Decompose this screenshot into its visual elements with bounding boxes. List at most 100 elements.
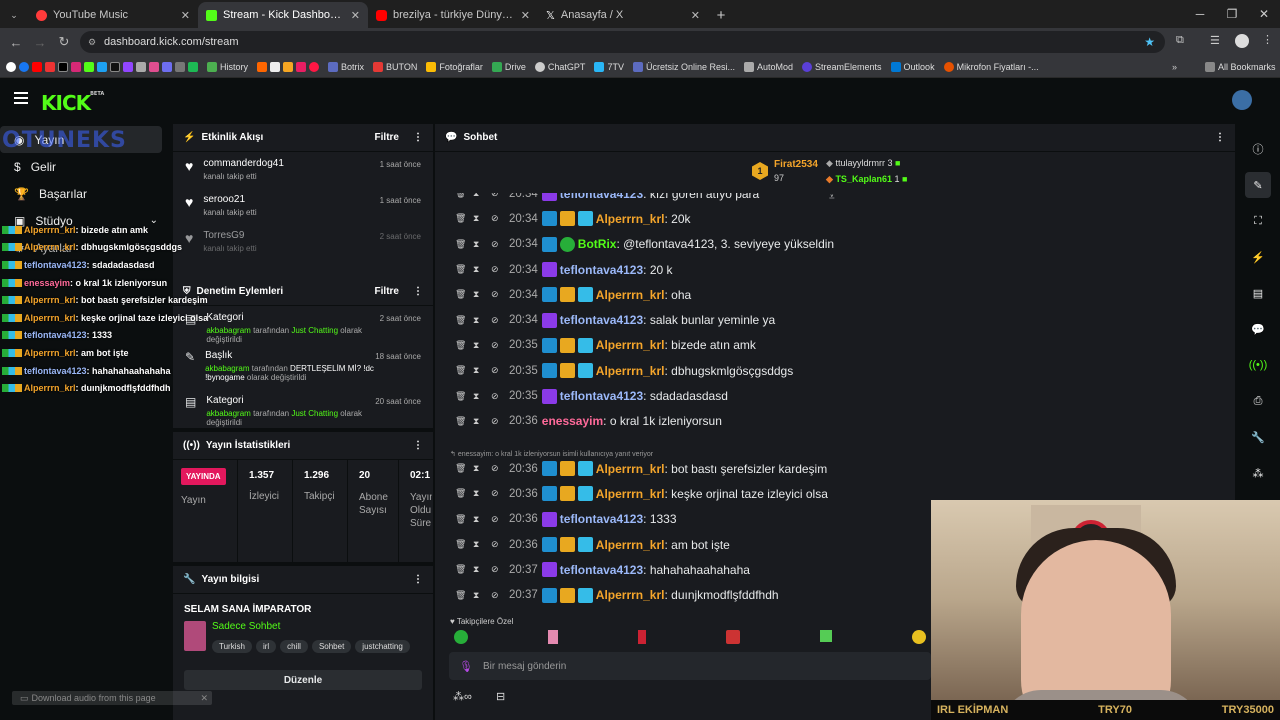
tab-kick-dashboard[interactable]: Stream - Kick Dashboard ✕ — [198, 2, 368, 28]
extensions-icon[interactable]: ⧉ — [1176, 34, 1184, 47]
reload-icon[interactable]: ↻ — [52, 34, 76, 50]
timeout-icon[interactable]: ⧗ — [473, 514, 485, 525]
timeout-icon[interactable]: ⧗ — [473, 289, 485, 300]
delete-message-icon[interactable]: 🗑 — [455, 514, 467, 525]
minimize-icon[interactable]: ─ — [1184, 0, 1216, 28]
bolt-icon[interactable]: ⚡ — [1245, 244, 1271, 270]
category-name[interactable]: Sadece Sohbet — [212, 621, 414, 632]
menu-dots-icon[interactable]: ⋮ — [1262, 33, 1273, 46]
delete-message-icon[interactable]: 🗑 — [455, 590, 467, 601]
more-bookmarks-icon[interactable]: » — [1172, 62, 1177, 72]
delete-message-icon[interactable]: 🗑 — [455, 315, 467, 326]
bookmark-resim[interactable]: Ücretsiz Online Resi... — [632, 61, 735, 72]
emote-icon[interactable] — [548, 630, 558, 644]
message-username[interactable]: teflontava4123 — [560, 263, 643, 277]
ban-icon[interactable]: ⊘ — [491, 213, 503, 224]
message-username[interactable]: Alperrrn_krl — [596, 462, 665, 476]
bookmark-outlook[interactable]: Outlook — [890, 61, 935, 72]
message-username[interactable]: Alperrrn_krl — [596, 588, 665, 602]
emote-icon[interactable] — [454, 630, 468, 644]
timeout-icon[interactable]: ⧗ — [473, 463, 485, 474]
ban-icon[interactable]: ⊘ — [491, 340, 503, 351]
edit-icon[interactable]: ✎ — [1245, 172, 1271, 198]
delete-message-icon[interactable]: 🗑 — [455, 365, 467, 376]
record-icon[interactable] — [309, 61, 320, 72]
gmail-icon[interactable] — [136, 61, 146, 72]
instagram-icon[interactable] — [71, 61, 81, 72]
emote-icon[interactable] — [726, 630, 740, 644]
timeout-icon[interactable]: ⧗ — [473, 391, 485, 402]
delete-message-icon[interactable]: 🗑 — [455, 264, 467, 275]
timeout-icon[interactable]: ⧗ — [473, 315, 485, 326]
timeout-icon[interactable]: ⧗ — [473, 193, 485, 199]
edit-button[interactable]: Düzenle — [184, 670, 422, 690]
twitch-icon[interactable] — [123, 61, 133, 72]
close-icon[interactable]: ✕ — [351, 9, 360, 22]
ban-icon[interactable]: ⊘ — [491, 488, 503, 499]
ban-icon[interactable]: ⊘ — [491, 514, 503, 525]
tab-search-icon[interactable]: ⌄ — [0, 2, 28, 28]
broadcast-icon[interactable]: ((•)) — [1245, 352, 1271, 378]
close-window-icon[interactable]: ✕ — [1248, 0, 1280, 28]
message-username[interactable]: Alperrrn_krl — [596, 288, 665, 302]
download-audio-bar[interactable]: ▭ Download audio from this page ✕ — [12, 691, 212, 705]
timeout-icon[interactable]: ⧗ — [473, 539, 485, 550]
close-icon[interactable]: ✕ — [181, 9, 190, 22]
maximize-icon[interactable]: ❐ — [1216, 0, 1248, 28]
info-icon[interactable]: ⓘ — [1245, 136, 1271, 162]
timeout-icon[interactable]: ⧗ — [473, 365, 485, 376]
store-icon[interactable]: ⊟ — [496, 690, 505, 703]
message-username[interactable]: teflontava4123 — [560, 193, 643, 201]
k-icon[interactable] — [257, 61, 268, 72]
github-icon[interactable] — [175, 61, 185, 72]
delete-message-icon[interactable]: 🗑 — [455, 340, 467, 351]
ban-icon[interactable]: ⊘ — [491, 289, 503, 300]
ban-icon[interactable]: ⊘ — [491, 315, 503, 326]
bookmark-buton[interactable]: BUTON — [373, 61, 417, 72]
site-info-icon[interactable]: ⚙ — [88, 37, 96, 48]
message-username[interactable]: enessayim — [542, 414, 603, 428]
emote-icon[interactable] — [912, 630, 926, 644]
activity-user[interactable]: commanderdog41 — [203, 158, 284, 169]
hamburger-menu-icon[interactable] — [14, 92, 28, 104]
message-username[interactable]: teflontava4123 — [560, 563, 643, 577]
gifter-2[interactable]: ◆ ttulayyldrmrr 3 ■ — [826, 158, 900, 169]
more-options-icon[interactable]: ⋮ — [413, 574, 423, 585]
kick-logo[interactable]: KICKBETA — [41, 91, 104, 115]
chat-icon[interactable]: 💬 — [1245, 316, 1271, 342]
delete-message-icon[interactable]: 🗑 — [455, 416, 467, 427]
youtube-icon[interactable] — [32, 61, 42, 72]
app-icon[interactable] — [296, 61, 307, 72]
discord-icon[interactable] — [162, 61, 172, 72]
message-username[interactable]: Alperrrn_krl — [596, 487, 665, 501]
timeout-icon[interactable]: ⧗ — [473, 213, 485, 224]
tab-brezilya[interactable]: brezilya - türkiye Dünya kupası ✕ — [368, 2, 538, 28]
bookmark-7tv[interactable]: 7TV — [594, 61, 624, 72]
message-username[interactable]: Alperrrn_krl — [596, 364, 665, 378]
timeout-icon[interactable]: ⧗ — [473, 340, 485, 351]
microphone-icon[interactable]: 🎙 — [459, 660, 473, 673]
more-options-icon[interactable]: ⋮ — [413, 286, 423, 297]
timeout-icon[interactable]: ⧗ — [473, 564, 485, 575]
bookmark-drive[interactable]: Drive — [491, 61, 526, 72]
delete-message-icon[interactable]: 🗑 — [455, 213, 467, 224]
reading-list-icon[interactable]: ☰ — [1210, 34, 1220, 47]
sidebar-item-basarilar[interactable]: 🏆 Başarılar — [0, 180, 170, 207]
fullscreen-icon[interactable]: ⛶ — [1245, 208, 1271, 234]
bookmark-streamelements[interactable]: StreamElements — [802, 61, 882, 72]
delete-message-icon[interactable]: 🗑 — [455, 564, 467, 575]
ban-icon[interactable]: ⊘ — [491, 239, 503, 250]
message-username[interactable]: BotRix — [578, 237, 617, 251]
app-icon[interactable] — [149, 61, 159, 72]
timeout-icon[interactable]: ⧗ — [473, 488, 485, 499]
facebook-icon[interactable] — [19, 61, 29, 72]
google-icon[interactable] — [6, 61, 16, 72]
back-icon[interactable]: ← — [4, 35, 28, 50]
emote-icon[interactable]: ⁂ — [1245, 460, 1271, 486]
ban-icon[interactable]: ⊘ — [491, 463, 503, 474]
ban-icon[interactable]: ⊘ — [491, 416, 503, 427]
fox-icon[interactable] — [283, 61, 294, 72]
timeout-icon[interactable]: ⧗ — [473, 416, 485, 427]
close-icon[interactable]: ✕ — [200, 693, 208, 704]
more-options-icon[interactable]: ⋮ — [413, 132, 423, 143]
